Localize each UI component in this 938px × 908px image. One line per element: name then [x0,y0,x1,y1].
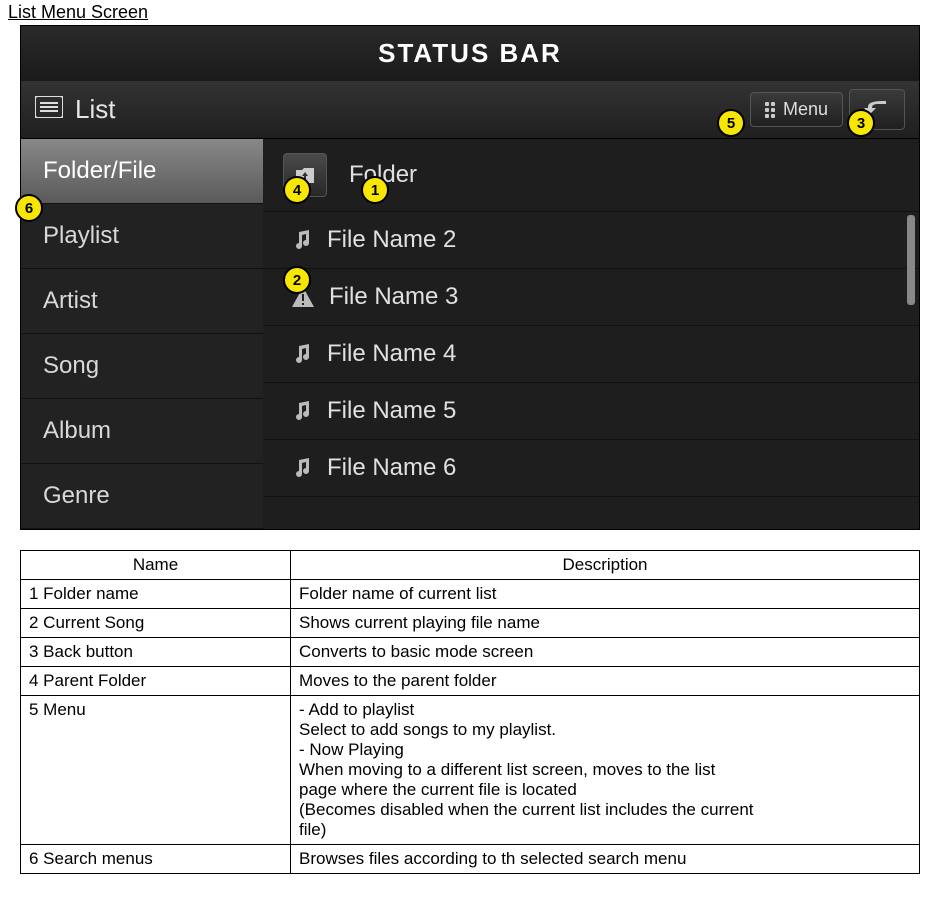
file-name-label: File Name 2 [327,226,456,254]
file-row[interactable]: File Name 5 [263,383,919,440]
file-name-label: File Name 3 [329,283,458,311]
callout-6: 6 [15,194,43,222]
table-cell-name: 6 Search menus [21,845,291,874]
file-name-label: File Name 6 [327,454,456,482]
table-cell-desc: Folder name of current list [291,580,920,609]
table-cell-name: 2 Current Song [21,609,291,638]
folder-header-row[interactable]: Folder [263,139,919,212]
table-cell-name: 3 Back button [21,638,291,667]
table-row: 3 Back buttonConverts to basic mode scre… [21,638,920,667]
sidebar-item-song[interactable]: Song [21,334,263,399]
sidebar-item-genre[interactable]: Genre [21,464,263,529]
file-row[interactable]: File Name 3 [263,269,919,326]
music-note-icon [291,229,313,251]
music-note-icon [291,343,313,365]
table-cell-desc: Shows current playing file name [291,609,920,638]
description-table: Name Description 1 Folder nameFolder nam… [20,550,920,874]
callout-3: 3 [847,109,875,137]
table-head-name: Name [21,551,291,580]
sidebar-item-album[interactable]: Album [21,399,263,464]
table-row: 6 Search menusBrowses files according to… [21,845,920,874]
table-cell-desc: - Add to playlistSelect to add songs to … [291,696,920,845]
table-cell-name: 1 Folder name [21,580,291,609]
page-title: List Menu Screen [0,0,938,25]
menu-button-label: Menu [783,99,828,120]
table-cell-desc: Converts to basic mode screen [291,638,920,667]
file-list-area: Folder File Name 2 File Name 3 File Name 4… [263,139,919,529]
device-screenshot: STATUS BAR List Menu [20,25,920,530]
sidebar-item-folder-file[interactable]: Folder/File [21,139,263,204]
sidebar-item-artist[interactable]: Artist [21,269,263,334]
callout-2: 2 [283,266,311,294]
list-header-label: List [75,94,115,125]
table-cell-name: 4 Parent Folder [21,667,291,696]
table-cell-desc: Moves to the parent folder [291,667,920,696]
sidebar-item-playlist[interactable]: Playlist [21,204,263,269]
callout-5: 5 [717,109,745,137]
scrollbar-thumb[interactable] [907,215,915,305]
table-row: 4 Parent FolderMoves to the parent folde… [21,667,920,696]
list-icon [35,96,63,123]
table-row: 5 Menu- Add to playlistSelect to add son… [21,696,920,845]
callout-1: 1 [361,176,389,204]
table-head-desc: Description [291,551,920,580]
music-note-icon [291,457,313,479]
music-note-icon [291,400,313,422]
scrollbar[interactable] [907,215,915,521]
table-row: 1 Folder nameFolder name of current list [21,580,920,609]
header-bar: List Menu [21,81,919,139]
file-name-label: File Name 4 [327,340,456,368]
status-bar: STATUS BAR [21,26,919,81]
file-row[interactable]: File Name 6 [263,440,919,497]
table-row: 2 Current SongShows current playing file… [21,609,920,638]
file-row[interactable]: File Name 4 [263,326,919,383]
file-name-label: File Name 5 [327,397,456,425]
menu-button[interactable]: Menu [750,92,843,127]
table-cell-desc: Browses files according to th selected s… [291,845,920,874]
file-row[interactable]: File Name 2 [263,212,919,269]
table-cell-name: 5 Menu [21,696,291,845]
menu-dots-icon [765,102,775,118]
search-menu-sidebar: Folder/FilePlaylistArtistSongAlbumGenre [21,139,263,529]
callout-4: 4 [283,176,311,204]
